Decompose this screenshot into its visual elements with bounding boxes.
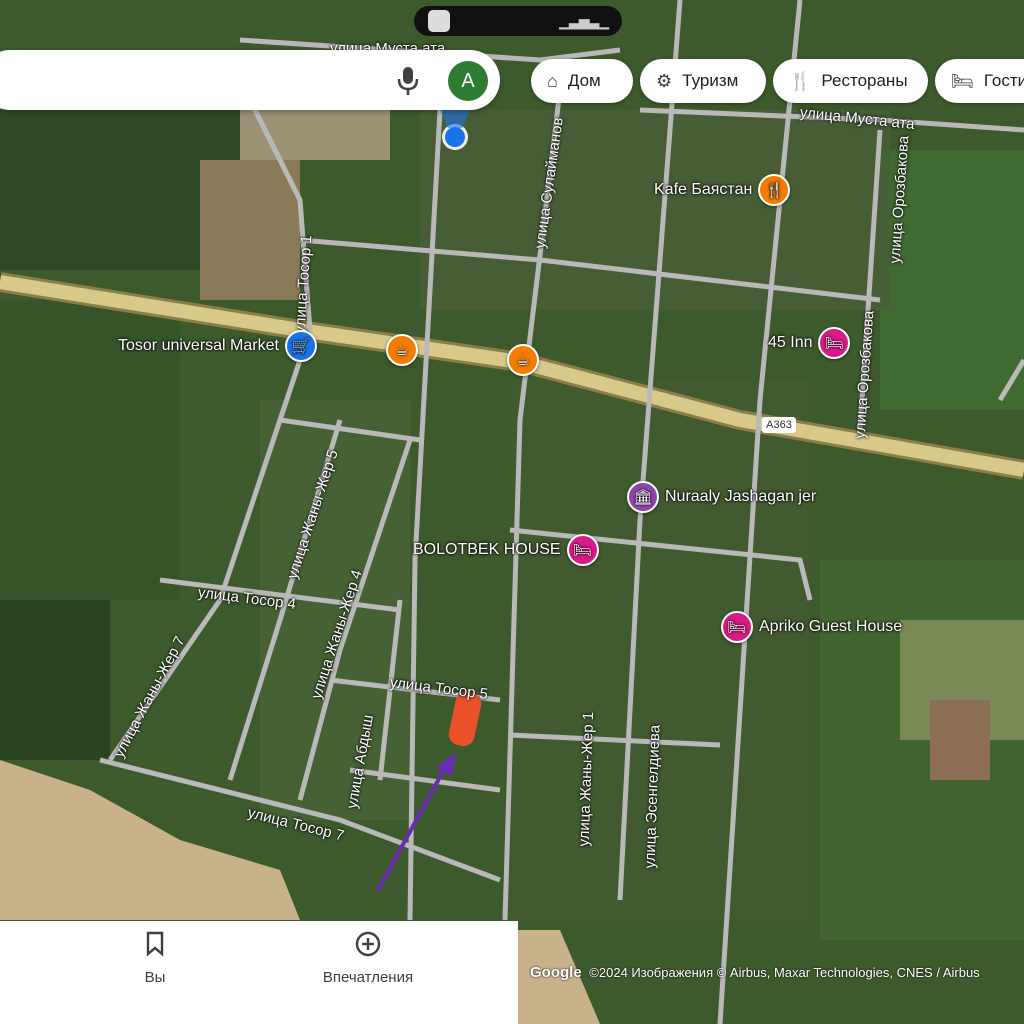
bookmark-icon — [146, 931, 164, 957]
map-attribution: Google ©2024 Изображения © Airbus, Maxar… — [530, 964, 980, 981]
poi-label: Kafe Баястан — [654, 181, 753, 198]
chip-hotels[interactable]: 🛏 Гостиницы — [935, 59, 1024, 103]
home-icon: ⌂ — [547, 70, 558, 91]
chip-label: Туризм — [682, 71, 739, 90]
satellite-map[interactable] — [0, 0, 1024, 1024]
chip-label: Дом — [567, 71, 601, 90]
google-logo: Google — [530, 964, 582, 981]
poi-45-inn[interactable]: 45 Inn 🛏 — [768, 327, 851, 359]
bed-icon: 🛏 — [818, 327, 851, 359]
poi-cafe-2[interactable]: ☕ — [507, 344, 545, 376]
chip-label: Рестораны — [821, 71, 908, 90]
chip-label: Гостиницы — [983, 71, 1024, 90]
saved-label: Вы — [144, 969, 166, 986]
poi-kafe-bayastan[interactable]: Kafe Баястан 🍴 — [654, 174, 791, 206]
building-icon: 🏛 — [627, 481, 659, 513]
route-badge: A363 — [762, 417, 796, 433]
chip-home[interactable]: ⌂ Дом — [531, 59, 633, 103]
chip-restaurants[interactable]: 🍴 Рестораны — [773, 59, 928, 103]
contribute-button[interactable]: Впечатления — [318, 931, 418, 986]
poi-label: Tosor universal Market — [118, 337, 279, 354]
coffee-icon: ☕ — [386, 334, 418, 366]
bed-icon: 🛏 — [566, 534, 599, 566]
microphone-icon[interactable] — [397, 66, 419, 96]
poi-bolotbek-house[interactable]: BOLOTBEK HOUSE 🛏 — [413, 534, 599, 566]
search-bar[interactable] — [0, 50, 500, 110]
poi-cafe-1[interactable]: ☕ — [386, 334, 424, 366]
contribute-label: Впечатления — [322, 969, 414, 986]
hotel-icon: 🛏 — [951, 70, 974, 91]
poi-nuraaly-jashagan-jer[interactable]: 🏛 Nuraaly Jashagan jer — [627, 481, 816, 513]
poi-label: Apriko Guest House — [759, 618, 903, 635]
bed-icon: 🛏 — [721, 611, 753, 643]
chip-tourism[interactable]: ⚙ Туризм — [640, 59, 766, 103]
dynamic-island: ▁▃▅▃▁ — [414, 6, 622, 36]
saved-button[interactable]: Вы — [130, 931, 180, 986]
poi-apriko-guest-house[interactable]: 🛏 Apriko Guest House — [721, 611, 902, 643]
attribution-text: ©2024 Изображения © Airbus, Maxar Techno… — [589, 965, 980, 980]
coffee-icon: ☕ — [507, 344, 539, 376]
poi-label: BOLOTBEK HOUSE — [413, 541, 561, 558]
poi-label: Nuraaly Jashagan jer — [665, 488, 817, 505]
poi-label: 45 Inn — [768, 334, 813, 351]
tourism-icon: ⚙ — [656, 70, 673, 91]
avatar[interactable]: А — [448, 61, 488, 101]
restaurant-icon: 🍴 — [789, 70, 812, 91]
audio-wave-icon: ▁▃▅▃▁ — [559, 12, 609, 29]
fork-knife-icon: 🍴 — [758, 174, 791, 206]
shopping-cart-icon: 🛒 — [284, 330, 317, 362]
poi-tosor-universal-market[interactable]: Tosor universal Market 🛒 — [118, 330, 317, 362]
media-thumbnail-icon — [428, 10, 450, 32]
bottom-sheet: Вы Впечатления — [0, 921, 518, 1024]
add-circle-icon — [355, 931, 381, 957]
